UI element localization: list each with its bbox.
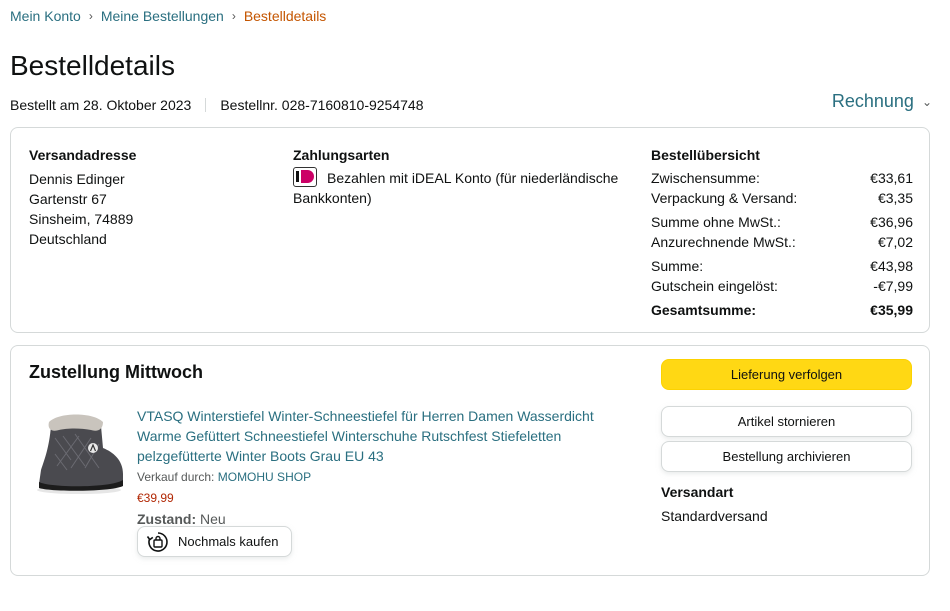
invoice-dropdown[interactable]: Rechnung ⌄ — [832, 91, 932, 112]
product-title-link[interactable]: VTASQ Winterstiefel Winter-Schneestiefel… — [137, 406, 617, 466]
cancel-items-button[interactable]: Artikel stornieren — [661, 406, 912, 437]
shipping-method-heading: Versandart — [661, 484, 734, 500]
address-line: Deutschland — [29, 231, 107, 247]
summary-row: Summe: €43,98 — [651, 256, 913, 276]
summary-label: Verpackung & Versand: — [651, 190, 798, 206]
summary-label: Gutschein eingelöst: — [651, 278, 778, 294]
summary-total-row: Gesamtsumme: €35,99 — [651, 300, 913, 320]
summary-label: Anzurechnende MwSt.: — [651, 234, 796, 250]
seller-link[interactable]: MOMOHU SHOP — [218, 470, 311, 484]
order-overview: Bestellübersicht Zwischensumme: €33,61 V… — [651, 145, 913, 320]
order-number: Bestellnr. 028-7160810-9254748 — [220, 97, 424, 113]
summary-value: €43,98 — [870, 258, 913, 274]
breadcrumb-current: Bestelldetails — [243, 8, 327, 24]
summary-value: €36,96 — [870, 214, 913, 230]
breadcrumb-separator: › — [88, 9, 93, 23]
delivery-title: Zustellung Mittwoch — [29, 362, 203, 382]
shipping-address: Versandadresse Dennis Edinger Gartenstr … — [29, 145, 136, 249]
payment-method: Bezahlen mit iDEAL Konto (für niederländ… — [293, 167, 638, 208]
summary-value: €7,02 — [877, 234, 913, 250]
summary-value: -€7,99 — [873, 278, 913, 294]
seller-info: Verkauf durch: MOMOHU SHOP — [137, 468, 617, 486]
order-date: Bestellt am 28. Oktober 2023 — [10, 97, 192, 113]
shipping-address-heading: Versandadresse — [29, 147, 137, 163]
summary-label: Summe ohne MwSt.: — [651, 214, 781, 230]
ideal-icon — [293, 167, 317, 187]
product-price: €39,99 — [137, 491, 174, 505]
track-delivery-button[interactable]: Lieferung verfolgen — [661, 359, 912, 390]
summary-label: Summe: — [651, 258, 704, 274]
summary-row: Anzurechnende MwSt.: €7,02 — [651, 232, 913, 252]
invoice-label: Rechnung — [831, 91, 914, 111]
breadcrumb-separator: › — [231, 9, 236, 23]
buy-again-button[interactable]: Nochmals kaufen — [137, 526, 292, 557]
order-actions: Lieferung verfolgen Artikel stornieren B… — [661, 359, 912, 472]
condition-value: Neu — [200, 511, 226, 527]
meta-divider — [205, 98, 207, 112]
product-info: VTASQ Winterstiefel Winter-Schneestiefel… — [137, 406, 617, 528]
chevron-down-icon: ⌄ — [921, 94, 932, 109]
summary-label: Zwischensumme: — [651, 170, 760, 186]
condition-label: Zustand: — [137, 511, 197, 527]
summary-row: Zwischensumme: €33,61 — [651, 168, 913, 188]
delivery-card: Zustellung Mittwoch VTASQ Winterstiefel … — [10, 345, 930, 576]
payment-heading: Zahlungsarten — [293, 147, 390, 163]
summary-row: Verpackung & Versand: €3,35 — [651, 188, 913, 208]
breadcrumb-mein-konto[interactable]: Mein Konto — [10, 8, 81, 24]
summary-row: Summe ohne MwSt.: €36,96 — [651, 212, 913, 232]
archive-order-button[interactable]: Bestellung archivieren — [661, 441, 912, 472]
summary-total-label: Gesamtsumme: — [651, 302, 757, 318]
payment-methods: Zahlungsarten Bezahlen mit iDEAL Konto (… — [293, 145, 638, 208]
address-line: Dennis Edinger — [29, 171, 125, 187]
summary-value: €3,35 — [877, 190, 913, 206]
shipping-method-value: Standardversand — [661, 508, 768, 524]
order-summary-card: Versandadresse Dennis Edinger Gartenstr … — [10, 127, 930, 333]
breadcrumb: Mein Konto › Meine Bestellungen › Bestel… — [10, 8, 326, 24]
breadcrumb-meine-bestellungen[interactable]: Meine Bestellungen — [101, 8, 224, 24]
address-line: Sinsheim, 74889 — [29, 211, 134, 227]
address-line: Gartenstr 67 — [29, 191, 107, 207]
overview-heading: Bestellübersicht — [651, 147, 760, 163]
seller-prefix: Verkauf durch: — [137, 470, 215, 484]
product-image[interactable] — [31, 408, 127, 496]
summary-row: Gutschein eingelöst: -€7,99 — [651, 276, 913, 296]
payment-method-text: Bezahlen mit iDEAL Konto (für niederländ… — [293, 170, 619, 206]
order-meta: Bestellt am 28. Oktober 2023 Bestellnr. … — [10, 97, 424, 113]
buy-again-label: Nochmals kaufen — [178, 534, 279, 549]
summary-value: €33,61 — [870, 170, 913, 186]
buy-again-icon — [146, 531, 168, 552]
page-title: Bestelldetails — [10, 50, 175, 81]
summary-total-value: €35,99 — [870, 302, 913, 318]
shipping-method: Versandart Standardversand — [661, 482, 768, 526]
